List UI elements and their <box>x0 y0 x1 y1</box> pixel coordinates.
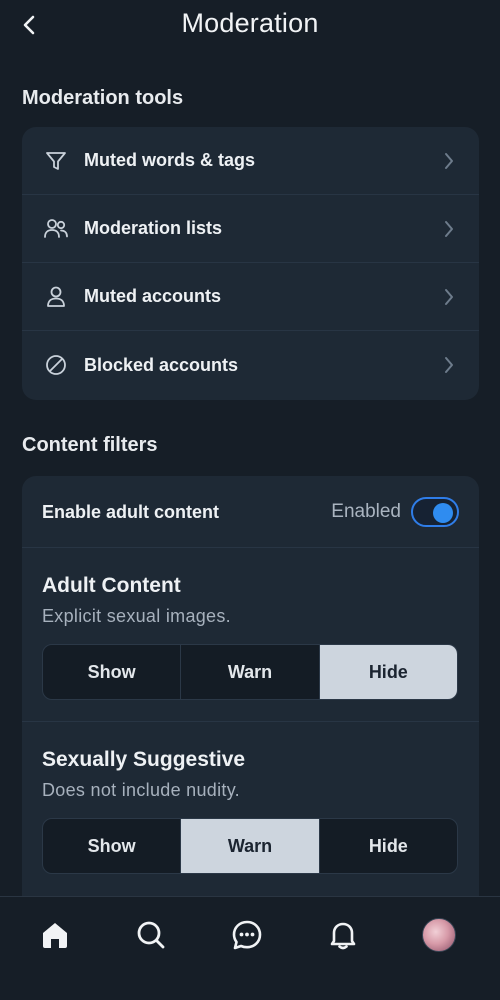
option-show[interactable]: Show <box>43 819 182 873</box>
filter-title: Sexually Suggestive <box>42 748 246 771</box>
nav-profile[interactable] <box>419 915 459 955</box>
users-icon <box>42 215 70 243</box>
nav-notifications[interactable] <box>323 915 363 955</box>
menu-item-label: Blocked accounts <box>84 354 239 375</box>
option-show[interactable]: Show <box>43 645 182 699</box>
chevron-right-icon <box>441 151 457 171</box>
filter-icon <box>42 147 70 175</box>
section-title-moderation-tools: Moderation tools <box>22 87 184 109</box>
adult-content-status: Enabled <box>331 501 401 522</box>
filter-title: Adult Content <box>42 574 181 597</box>
suggestive-segmented-control: Show Warn Hide <box>42 818 458 874</box>
filter-description: Does not include nudity. <box>42 780 240 800</box>
menu-item-moderation-lists[interactable]: Moderation lists <box>22 195 479 263</box>
menu-item-muted-words[interactable]: Muted words & tags <box>22 127 479 195</box>
avatar <box>422 918 456 952</box>
option-warn[interactable]: Warn <box>181 819 320 873</box>
option-warn[interactable]: Warn <box>181 645 320 699</box>
moderation-screen: Moderation Moderation tools Muted words … <box>0 0 500 1000</box>
filter-description: Explicit sexual images. <box>42 606 231 626</box>
adult-content-row: Enable adult content Enabled <box>22 476 479 548</box>
page-title: Moderation <box>181 8 319 38</box>
adult-content-toggle[interactable] <box>411 497 459 527</box>
bottom-nav <box>0 896 500 978</box>
adult-content-segmented-control: Show Warn Hide <box>42 644 458 700</box>
option-hide[interactable]: Hide <box>319 645 457 699</box>
person-icon <box>42 283 70 311</box>
nav-search[interactable] <box>131 915 171 955</box>
menu-item-label: Muted words & tags <box>84 150 256 170</box>
option-hide[interactable]: Hide <box>320 819 457 873</box>
section-title-content-filters: Content filters <box>22 434 158 456</box>
header: Moderation <box>0 0 500 50</box>
menu-item-blocked-accounts[interactable]: Blocked accounts <box>22 331 479 399</box>
filter-adult-content: Adult Content Explicit sexual images. Sh… <box>22 548 479 722</box>
chevron-right-icon <box>441 355 457 375</box>
chevron-right-icon <box>441 219 457 239</box>
bell-icon <box>330 922 356 950</box>
bottom-safe-area <box>0 978 500 1000</box>
filter-sexually-suggestive: Sexually Suggestive Does not include nud… <box>22 722 479 896</box>
content-filters-card: Enable adult content Enabled Adult Conte… <box>22 476 479 916</box>
adult-content-label: Enable adult content <box>42 502 220 522</box>
search-icon <box>137 921 165 949</box>
menu-item-label: Muted accounts <box>84 286 222 306</box>
chevron-right-icon <box>441 287 457 307</box>
chat-icon <box>232 920 262 950</box>
menu-item-muted-accounts[interactable]: Muted accounts <box>22 263 479 331</box>
toggle-knob <box>433 503 453 523</box>
nav-home[interactable] <box>35 915 75 955</box>
home-icon <box>43 923 67 948</box>
block-icon <box>42 351 70 379</box>
menu-item-label: Moderation lists <box>84 218 223 238</box>
nav-chat[interactable] <box>227 915 267 955</box>
moderation-tools-card: Muted words & tags Moderation lists Mute… <box>22 127 479 400</box>
